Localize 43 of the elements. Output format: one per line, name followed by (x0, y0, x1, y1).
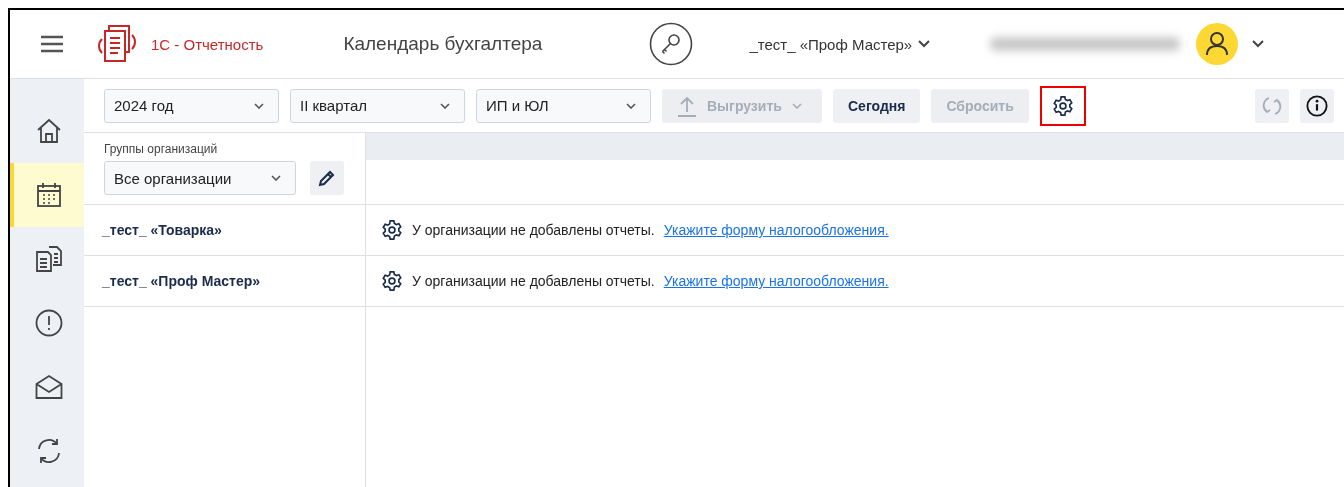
chevron-icon (254, 102, 264, 109)
refresh-icon (1261, 94, 1283, 117)
chevron-icon[interactable] (1252, 40, 1265, 48)
edit-button[interactable] (310, 161, 344, 195)
status-message: У организации не добавлены отчеты. (412, 222, 655, 238)
upload-icon (677, 94, 697, 117)
menu-icon[interactable] (40, 35, 64, 53)
organization-name[interactable]: _тест_ «Товарка» (102, 222, 222, 238)
settings-icon (1051, 94, 1074, 117)
page-title: Календарь бухгалтера (343, 33, 543, 55)
calendar-icon (36, 182, 62, 208)
alert-icon (35, 309, 63, 337)
envelope-icon (35, 373, 63, 401)
organization-selector[interactable]: _тест_ «Проф Мастер» (749, 35, 931, 53)
organization-name[interactable]: _тест_ «Проф Мастер» (102, 273, 261, 289)
toolbar-button[interactable]: Сегодня (833, 88, 921, 123)
brand-name[interactable]: 1С - Отчетность (151, 35, 264, 53)
filter-dropdown[interactable]: 2024 год (104, 88, 279, 123)
tax-form-link[interactable]: Укажите форму налогообложения. (663, 273, 889, 289)
home-icon (35, 117, 63, 145)
sync-icon (35, 437, 63, 465)
settings-icon[interactable] (381, 270, 403, 292)
info-button[interactable] (1300, 88, 1334, 123)
chevron-icon (626, 102, 636, 109)
group-dropdown[interactable]: Все организации (104, 161, 296, 195)
status-message: У организации не добавлены отчеты. (412, 273, 655, 289)
avatar-icon[interactable] (1196, 23, 1239, 65)
pencil-icon (318, 169, 336, 187)
filter-dropdown[interactable]: II квартал (290, 88, 465, 123)
chevron-icon (271, 175, 281, 181)
group-label: Группы организаций (104, 142, 219, 156)
documents-logo-icon (97, 25, 137, 63)
chevron-icon (440, 102, 450, 109)
filter-dropdown[interactable]: ИП и ЮЛ (476, 88, 651, 123)
documents-icon (35, 245, 63, 273)
sidebar-item[interactable] (10, 163, 84, 227)
chevron-icon (791, 102, 802, 109)
settings-button[interactable] (1039, 85, 1086, 126)
key-icon[interactable] (649, 22, 694, 66)
settings-icon[interactable] (381, 219, 403, 241)
tax-form-link[interactable]: Укажите форму налогообложения. (663, 222, 889, 238)
info-icon (1306, 93, 1328, 118)
chevron-icon (918, 40, 931, 48)
